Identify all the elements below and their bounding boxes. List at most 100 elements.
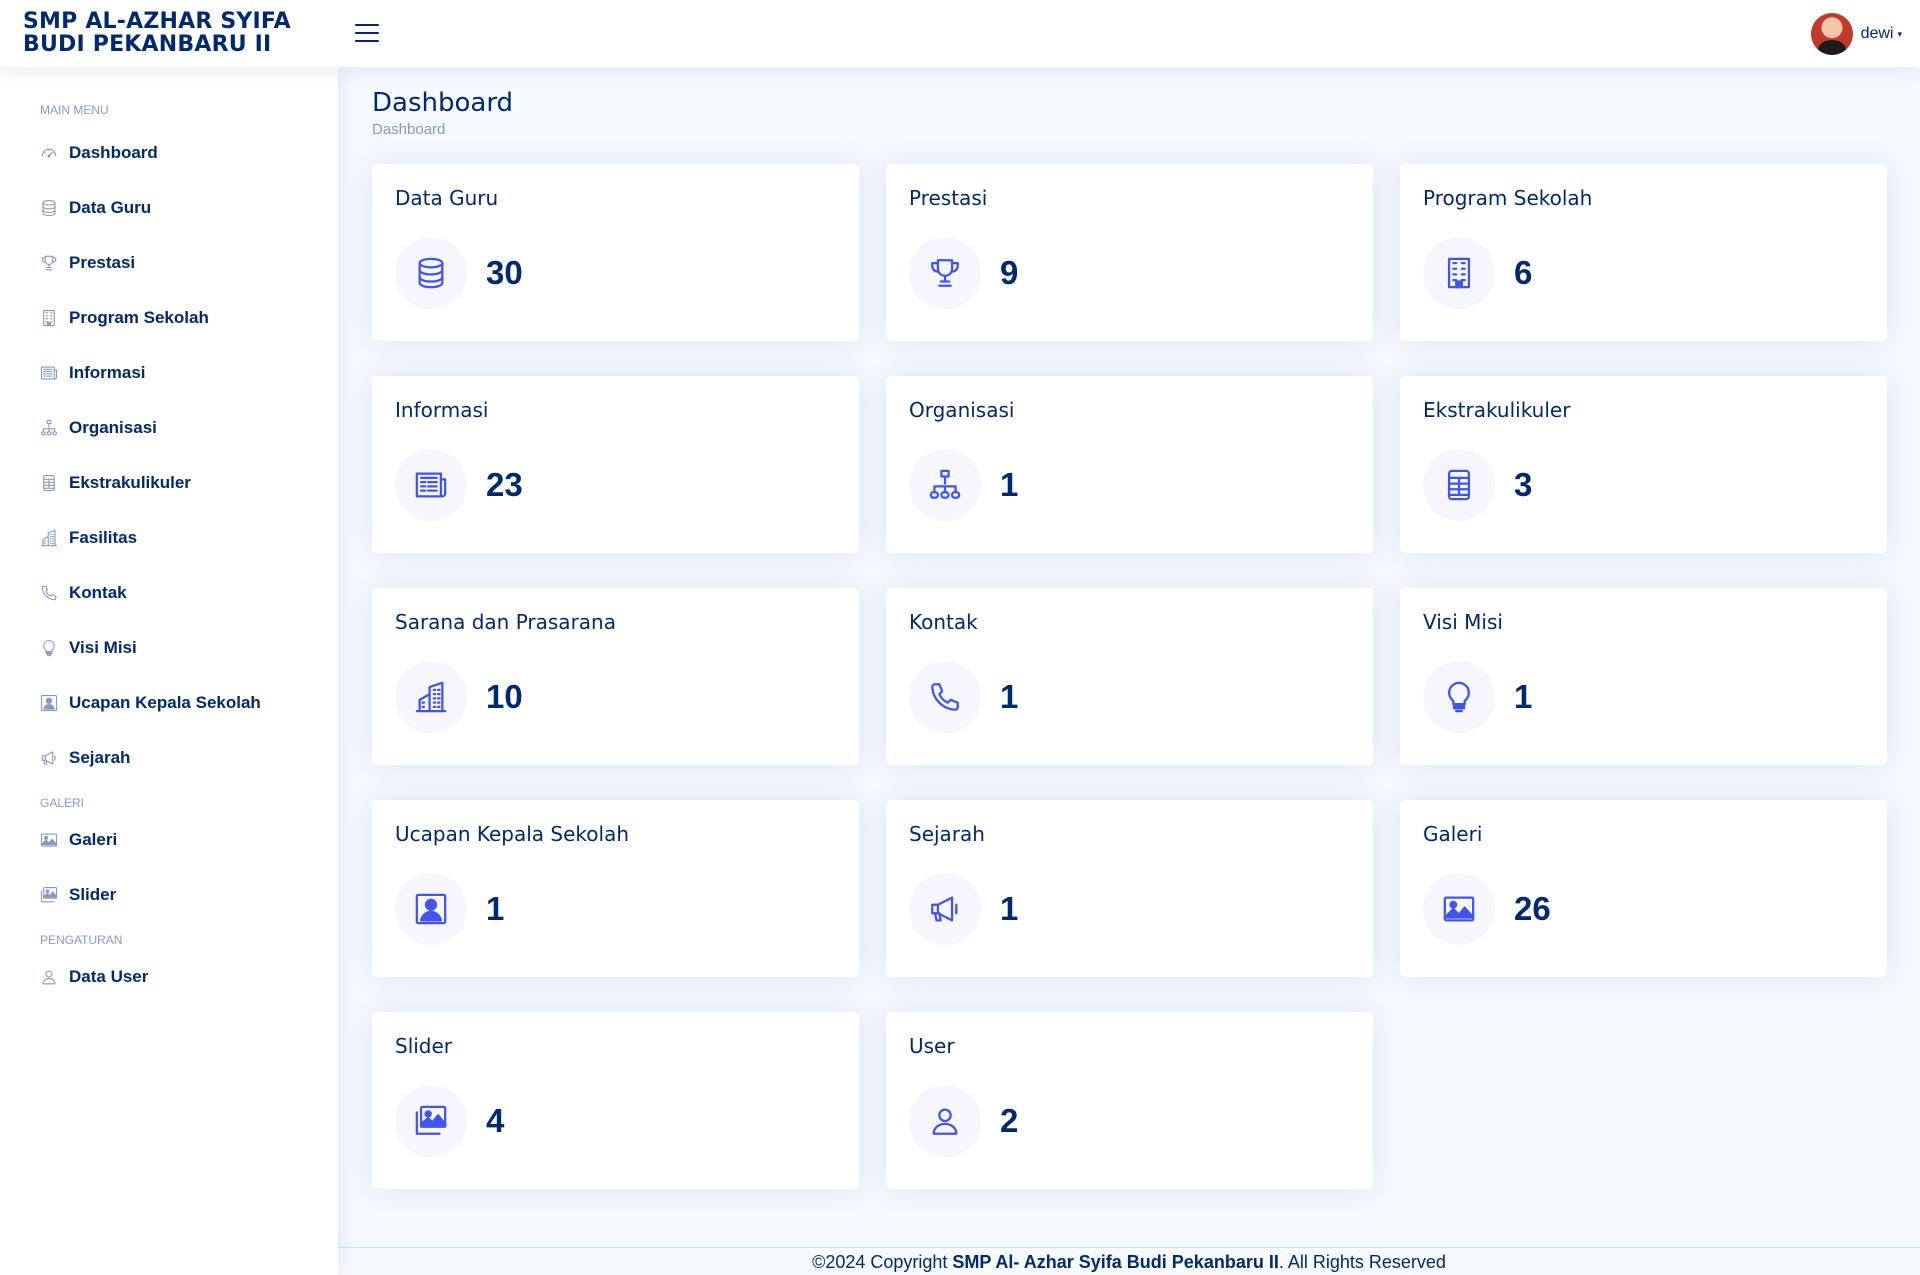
sidebar-item-sejarah[interactable]: Sejarah [0,730,338,785]
telephone-icon [41,585,57,600]
card-icon-circle [395,449,467,521]
card-value: 1 [1000,890,1019,927]
trophy-icon [41,255,57,270]
stat-card-ucapan-kepala-sekolah[interactable]: Ucapan Kepala Sekolah 1 [372,800,859,977]
brand-logo[interactable]: SMP AL-AZHAR SYIFA BUDI PEKANBARU II [23,10,323,56]
sidebar-item-program-sekolah[interactable]: Program Sekolah [0,290,338,345]
footer-owner: SMP Al- Azhar Syifa Budi Pekanbaru II [952,1252,1279,1272]
person-icon [932,1108,958,1135]
sidebar-toggle-icon[interactable] [354,20,380,46]
stat-card-sejarah[interactable]: Sejarah 1 [886,800,1373,977]
chevron-down-icon: ▾ [1897,28,1902,39]
sidebar-item-label: Kontak [69,582,127,602]
diagram-icon [929,469,961,499]
nav-heading: MAIN MENU [40,103,109,117]
stat-card-user[interactable]: User 2 [886,1012,1373,1189]
sidebar-item-label: Ucapan Kepala Sekolah [69,692,261,712]
card-icon-circle [395,661,467,733]
card-icon-circle [395,1085,467,1157]
images-icon [415,1105,447,1135]
stat-card-prestasi[interactable]: Prestasi 9 [886,164,1373,341]
sidebar-item-prestasi[interactable]: Prestasi [0,235,338,290]
sidebar-item-label: Ekstrakulikuler [69,472,191,492]
card-value: 23 [486,466,523,503]
page-title: Dashboard [372,88,514,118]
sidebar-item-data-user[interactable]: Data User [0,949,338,1004]
buildings-icon [40,529,58,547]
card-title: Data Guru [395,186,499,210]
sidebar-item-label: Fasilitas [69,527,138,547]
card-title: Sejarah [909,822,985,846]
sidebar-item-organisasi[interactable]: Organisasi [0,400,338,455]
sidebar-item-informasi[interactable]: Informasi [0,345,338,400]
calculator-icon [1447,469,1471,501]
building-icon [43,309,55,326]
sidebar-item-dashboard[interactable]: Dashboard [0,125,338,180]
sidebar-item-label: Slider [69,884,117,904]
card-title: Galeri [1423,822,1483,846]
sidebar-item-visi-misi[interactable]: Visi Misi [0,620,338,675]
trophy-icon [40,254,58,272]
card-value: 2 [1000,1102,1019,1139]
sidebar-item-data-guru[interactable]: Data Guru [0,180,338,235]
card-title: Kontak [909,610,978,634]
images-icon [40,886,58,902]
diagram-icon [40,419,58,435]
database-icon [40,199,58,217]
calculator-icon [43,474,55,491]
images-icon [40,886,58,904]
page-title-block: Dashboard Dashboard [372,87,513,138]
card-title: Visi Misi [1423,610,1503,634]
profile-dropdown[interactable]: dewi ▾ [1810,13,1902,55]
stat-card-organisasi[interactable]: Organisasi 1 [886,376,1373,553]
person-icon [42,969,56,984]
sidebar-item-fasilitas[interactable]: Fasilitas [0,510,338,565]
stat-card-galeri[interactable]: Galeri 26 [1400,800,1887,977]
speedometer-icon [40,144,58,162]
sidebar-item-label: Informasi [69,362,146,382]
card-value: 4 [486,1102,505,1139]
stat-card-visi-misi[interactable]: Visi Misi 1 [1400,588,1887,765]
building-icon [40,309,58,327]
card-icon-circle [909,449,981,521]
sidebar-item-label: Data Guru [69,197,152,217]
database-icon [42,199,56,216]
newspaper-icon [40,365,58,380]
sidebar-item-ekstrakulikuler[interactable]: Ekstrakulikuler [0,455,338,510]
person-square-icon [40,694,58,712]
sidebar-item-ucapan-kepala-sekolah[interactable]: Ucapan Kepala Sekolah [0,675,338,730]
stat-card-sarana-dan-prasarana[interactable]: Sarana dan Prasarana 10 [372,588,859,765]
stat-card-kontak[interactable]: Kontak 1 [886,588,1373,765]
header: SMP AL-AZHAR SYIFA BUDI PEKANBARU II dew… [0,0,1920,67]
stat-card-data-guru[interactable]: Data Guru 30 [372,164,859,341]
sidebar-item-label: Prestasi [69,252,136,272]
stat-card-informasi[interactable]: Informasi 23 [372,376,859,553]
card-title: Prestasi [909,186,988,210]
calculator-icon [40,474,58,492]
sidebar-item-kontak[interactable]: Kontak [0,565,338,620]
card-icon-circle [909,1085,981,1157]
stat-card-slider[interactable]: Slider 4 [372,1012,859,1189]
stat-card-program-sekolah[interactable]: Program Sekolah 6 [1400,164,1887,341]
breadcrumb[interactable]: Dashboard [372,121,513,138]
telephone-icon [931,683,959,711]
stat-card-ekstrakulikuler[interactable]: Ekstrakulikuler 3 [1400,376,1887,553]
card-value: 3 [1514,466,1533,503]
card-icon-circle [1423,661,1495,733]
sidebar-item-slider[interactable]: Slider [0,867,338,922]
sidebar-item-label: Visi Misi [69,637,137,657]
card-title: Ucapan Kepala Sekolah [395,822,630,846]
sidebar-item-galeri[interactable]: Galeri [0,812,338,867]
main-content: Dashboard Dashboard Data Guru 30 Prestasi 9… [338,67,1920,1275]
speedometer-icon [41,148,57,157]
lightbulb-icon [43,639,55,656]
buildings-icon [415,681,447,713]
card-title: Organisasi [909,398,1015,422]
megaphone-icon [931,896,958,922]
card-value: 1 [486,890,505,927]
card-value: 10 [486,678,523,715]
building-icon [1447,257,1471,289]
sidebar-item-label: Program Sekolah [69,307,209,327]
trophy-icon [931,259,959,287]
card-value: 1 [1000,466,1019,503]
